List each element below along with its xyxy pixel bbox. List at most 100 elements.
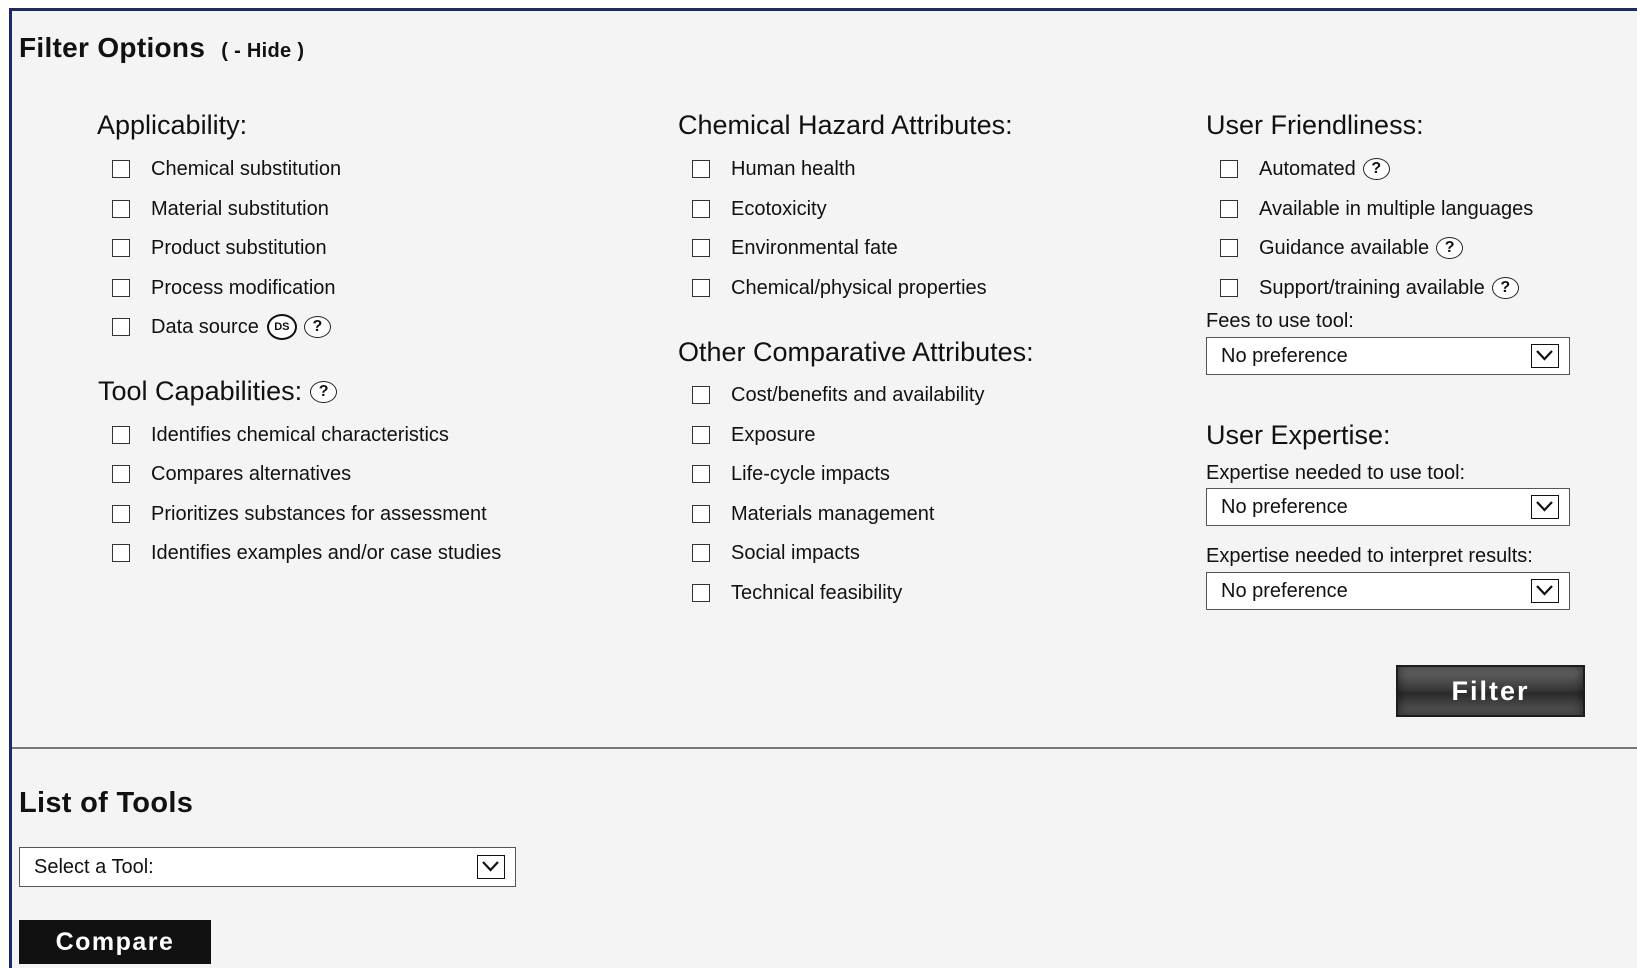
checkbox[interactable] [112,318,130,336]
checkbox-label: Support/training available [1259,276,1485,299]
checkbox-label: Available in multiple languages [1259,197,1534,220]
checkbox[interactable] [1220,200,1238,218]
fees-select[interactable]: No preference [1206,337,1570,375]
checkbox[interactable] [112,279,130,297]
checkbox-label: Automated [1259,157,1356,180]
checkbox-row-multiple-languages[interactable]: Available in multiple languages [1220,194,1533,224]
tool-select[interactable]: Select a Tool: [19,847,516,887]
checkbox[interactable] [692,239,710,257]
checkbox-row-life-cycle-impacts[interactable]: Life-cycle impacts [692,459,890,489]
expertise-use-select[interactable]: No preference [1206,488,1570,526]
user-friendliness-heading: User Friendliness: [1206,110,1424,141]
expertise-use-label: Expertise needed to use tool: [1206,462,1466,484]
list-of-tools-title: List of Tools [19,787,194,819]
checkbox[interactable] [692,386,710,404]
checkbox-row-prioritizes-substances[interactable]: Prioritizes substances for assessment [112,499,487,529]
checkbox-label: Process modification [151,276,336,299]
checkbox-row-process-modification[interactable]: Process modification [112,273,336,303]
checkbox[interactable] [692,505,710,523]
checkbox-row-material-substitution[interactable]: Material substitution [112,194,329,224]
checkbox-row-environmental-fate[interactable]: Environmental fate [692,233,898,263]
checkbox-label: Life-cycle impacts [731,462,890,485]
chevron-down-icon[interactable] [477,855,505,879]
checkbox-label: Chemical/physical properties [731,276,987,299]
checkbox[interactable] [692,160,710,178]
applicability-heading: Applicability: [97,110,247,141]
checkbox-row-human-health[interactable]: Human health [692,154,856,184]
checkbox[interactable] [112,544,130,562]
question-circle-icon[interactable]: ? [1436,237,1464,259]
checkbox[interactable] [112,426,130,444]
checkbox[interactable] [112,465,130,483]
filter-options-title: Filter Options ( - Hide ) [19,32,304,64]
expertise-interpret-select-value: No preference [1221,579,1348,602]
filter-options-heading: Filter Options [19,32,206,63]
chevron-down-icon[interactable] [1531,344,1559,368]
section-divider [12,747,1637,749]
checkbox-row-exposure[interactable]: Exposure [692,420,816,450]
tool-select-value: Select a Tool: [34,855,154,878]
checkbox-label: Exposure [731,423,816,446]
compare-button[interactable]: Compare [19,920,211,964]
checkbox-row-social-impacts[interactable]: Social impacts [692,538,860,568]
chevron-down-icon[interactable] [1531,579,1559,603]
checkbox[interactable] [112,239,130,257]
checkbox-label: Identifies examples and/or case studies [151,541,502,564]
tool-capabilities-heading-text: Tool Capabilities: [98,376,303,406]
checkbox[interactable] [1220,160,1238,178]
checkbox-label: Identifies chemical characteristics [151,423,449,446]
checkbox-label: Materials management [731,502,935,525]
checkbox-row-guidance-available[interactable]: Guidance available ? [1220,233,1464,263]
checkbox-label: Cost/benefits and availability [731,383,985,406]
checkbox-row-product-substitution[interactable]: Product substitution [112,233,327,263]
checkbox[interactable] [112,505,130,523]
checkbox-row-identifies-chemical-characteristics[interactable]: Identifies chemical characteristics [112,420,449,450]
checkbox[interactable] [692,584,710,602]
checkbox[interactable] [112,160,130,178]
checkbox[interactable] [692,465,710,483]
checkbox-label: Product substitution [151,236,327,259]
checkbox-label: Prioritizes substances for assessment [151,502,487,525]
checkbox-label: Data source [151,315,259,338]
checkbox-label: Human health [731,157,856,180]
checkbox-row-chemical-substitution[interactable]: Chemical substitution [112,154,341,184]
chevron-down-icon[interactable] [1531,495,1559,519]
user-expertise-heading: User Expertise: [1206,420,1391,451]
checkbox-row-support-training[interactable]: Support/training available ? [1220,273,1519,303]
checkbox-row-compares-alternatives[interactable]: Compares alternatives [112,459,351,489]
question-circle-icon[interactable]: ? [1491,277,1519,299]
expertise-use-select-value: No preference [1221,495,1348,518]
fees-select-value: No preference [1221,344,1348,367]
checkbox-row-automated[interactable]: Automated ? [1220,154,1390,184]
checkbox[interactable] [692,200,710,218]
question-circle-icon[interactable]: ? [310,380,338,403]
applicability-heading-text: Applicability: [97,110,248,140]
checkbox-row-identifies-examples[interactable]: Identifies examples and/or case studies [112,538,501,568]
question-circle-icon[interactable]: ? [1362,158,1390,180]
checkbox-row-cost-benefits[interactable]: Cost/benefits and availability [692,380,984,410]
checkbox[interactable] [1220,239,1238,257]
checkbox-label: Technical feasibility [731,581,903,604]
checkbox-row-materials-management[interactable]: Materials management [692,499,934,529]
other-comparative-heading: Other Comparative Attributes: [678,337,1034,368]
checkbox-row-ecotoxicity[interactable]: Ecotoxicity [692,194,827,224]
checkbox[interactable] [112,200,130,218]
hide-filters-link[interactable]: ( - Hide ) [221,40,304,62]
checkbox-row-chemical-physical-properties[interactable]: Chemical/physical properties [692,273,987,303]
question-circle-icon[interactable]: ? [303,316,331,338]
checkbox-label: Social impacts [731,541,860,564]
tool-capabilities-heading: Tool Capabilities: ? [98,376,338,407]
checkbox-label: Ecotoxicity [731,197,827,220]
checkbox[interactable] [1220,279,1238,297]
user-friendliness-heading-text: User Friendliness: [1206,110,1424,140]
checkbox-label: Compares alternatives [151,462,352,485]
checkbox-label: Environmental fate [731,236,898,259]
checkbox[interactable] [692,426,710,444]
checkbox[interactable] [692,544,710,562]
expertise-interpret-select[interactable]: No preference [1206,572,1570,610]
checkbox-row-data-source[interactable]: Data source DS ? [112,312,331,342]
checkbox-label: Chemical substitution [151,157,342,180]
checkbox[interactable] [692,279,710,297]
filter-button[interactable]: Filter [1396,665,1585,717]
checkbox-row-technical-feasibility[interactable]: Technical feasibility [692,578,902,608]
